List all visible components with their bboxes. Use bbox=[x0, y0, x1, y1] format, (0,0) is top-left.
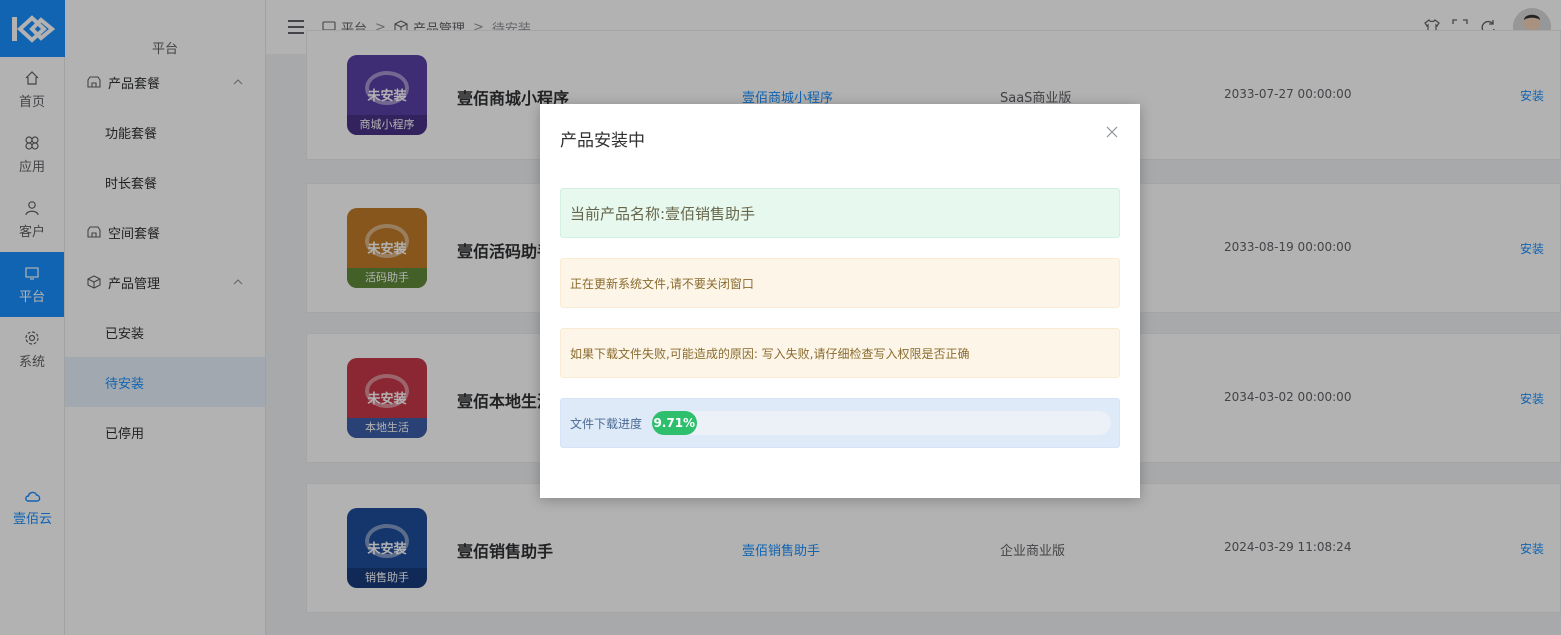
failure-hint-alert: 如果下载文件失败,可能造成的原因: 写入失败,请仔细检查写入权限是否正确 bbox=[560, 328, 1120, 378]
progress-label: 文件下载进度 bbox=[570, 416, 643, 431]
progress-bar: 9.71% bbox=[652, 411, 1111, 435]
install-dialog: 产品安装中 当前产品名称:壹佰销售助手 正在更新系统文件,请不要关闭窗口 如果下… bbox=[540, 104, 1140, 498]
close-icon[interactable] bbox=[1106, 126, 1118, 138]
download-progress-alert: 文件下载进度 9.71% bbox=[560, 398, 1120, 448]
dialog-title: 产品安装中 bbox=[560, 131, 645, 151]
failure-hint-text: 如果下载文件失败,可能造成的原因: 写入失败,请仔细检查写入权限是否正确 bbox=[570, 346, 970, 361]
warning-text: 正在更新系统文件,请不要关闭窗口 bbox=[570, 276, 754, 291]
progress-percent: 9.71% bbox=[653, 416, 696, 430]
warning-alert: 正在更新系统文件,请不要关闭窗口 bbox=[560, 258, 1120, 308]
current-product-name: 当前产品名称:壹佰销售助手 bbox=[570, 204, 756, 223]
progress-fill: 9.71% bbox=[652, 411, 697, 435]
product-name-alert: 当前产品名称:壹佰销售助手 bbox=[560, 188, 1120, 238]
